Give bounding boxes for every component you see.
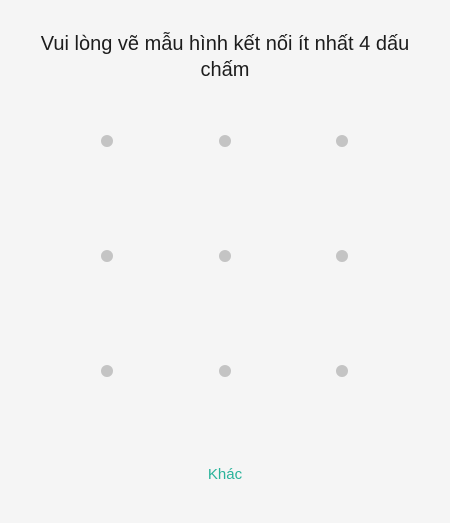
pattern-dot-7[interactable] [101, 365, 113, 377]
pattern-dot-4[interactable] [101, 250, 113, 262]
pattern-dot-6[interactable] [336, 250, 348, 262]
pattern-dot-5[interactable] [219, 250, 231, 262]
pattern-grid[interactable] [0, 0, 450, 523]
pattern-dot-2[interactable] [219, 135, 231, 147]
pattern-dot-9[interactable] [336, 365, 348, 377]
pattern-dot-8[interactable] [219, 365, 231, 377]
pattern-lock-screen: Vui lòng vẽ mẫu hình kết nối ít nhất 4 d… [0, 0, 450, 523]
other-button[interactable]: Khác [175, 462, 275, 488]
pattern-dot-1[interactable] [101, 135, 113, 147]
pattern-dot-3[interactable] [336, 135, 348, 147]
